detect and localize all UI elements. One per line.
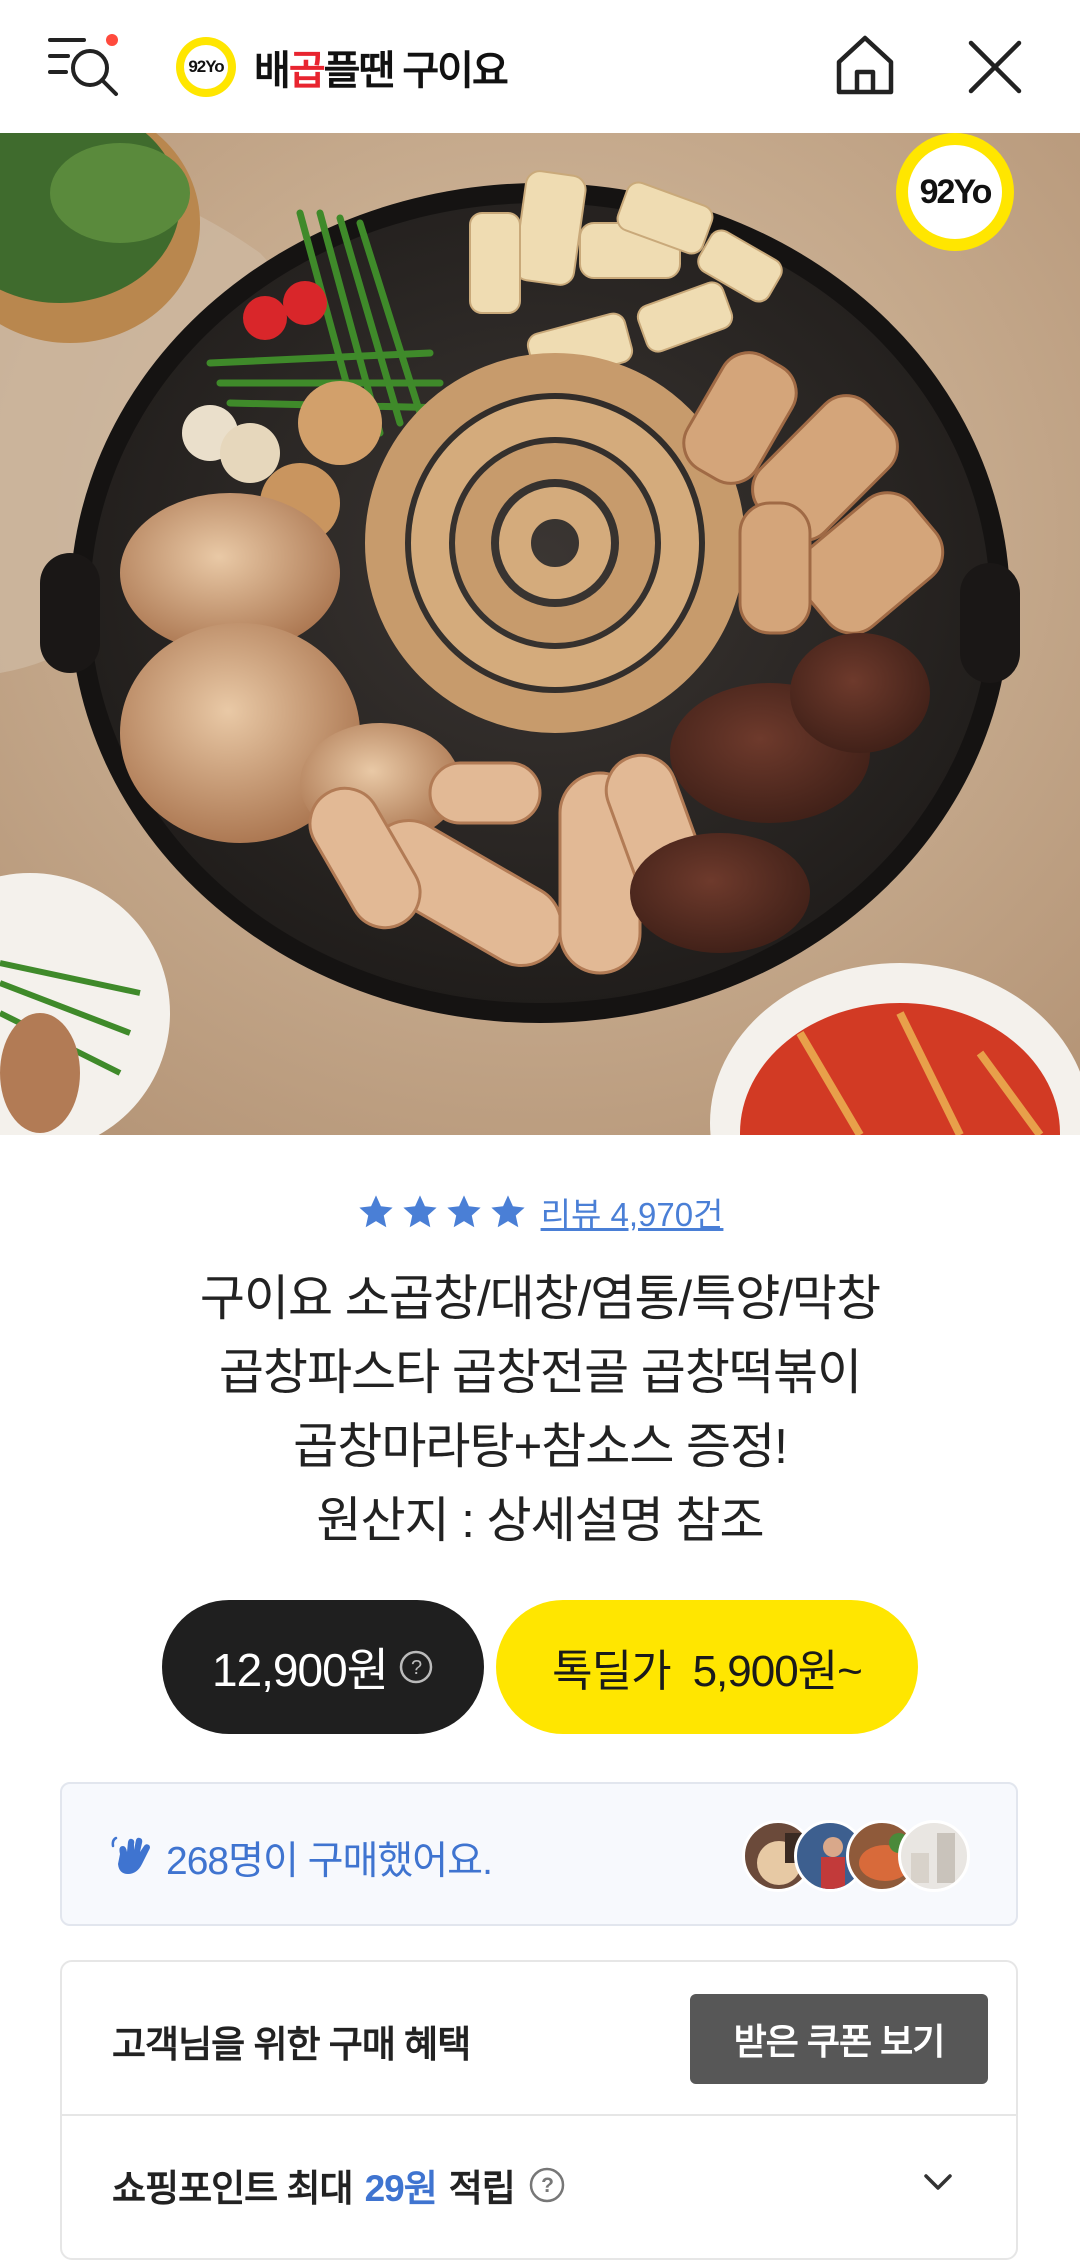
deal-price: 5,900원~ xyxy=(692,1647,863,1696)
points-prefix: 쇼핑포인트 최대 xyxy=(112,2168,354,2209)
review-count-link[interactable]: 리뷰 4,970건 xyxy=(541,1188,724,1236)
logo-text-part1: 배 xyxy=(254,49,291,93)
logo-text: 배곱플땐 구이요 xyxy=(254,38,509,96)
product-photo xyxy=(0,133,1080,1135)
brand-logo[interactable]: 92Yo 배곱플땐 구이요 xyxy=(176,34,509,100)
regular-price: 12,900원 xyxy=(211,1644,389,1696)
product-image[interactable]: 92Yo xyxy=(0,133,1080,1135)
product-origin-line: 원산지 : 상세설명 참조 xyxy=(316,1494,764,1548)
product-title-line: 곱창마라탕+참소스 증정! xyxy=(293,1420,788,1474)
product-title-line: 구이요 소곱창/대창/염통/특양/막창 xyxy=(199,1272,881,1326)
points-value: 29원 xyxy=(364,2168,438,2209)
svg-text:?: ? xyxy=(411,1657,422,1679)
star-icon xyxy=(446,1195,481,1228)
purchase-count-text: 268명이 구매했어요. xyxy=(166,1840,493,1883)
star-icon xyxy=(358,1195,393,1228)
deal-label: 톡딜가 xyxy=(552,1647,671,1696)
buyer-avatars xyxy=(742,1820,982,1892)
logo-badge: 92Yo xyxy=(176,37,236,97)
hero-logo-badge-text: 92Yo xyxy=(908,145,1002,239)
purchase-count-box: 268명이 구매했어요. xyxy=(60,1782,1018,1926)
rating-stars xyxy=(357,1193,527,1231)
close-icon[interactable] xyxy=(966,38,1024,96)
divider xyxy=(62,2114,1016,2116)
logo-text-part2: 플땐 구이요 xyxy=(323,49,509,93)
hero-logo-badge: 92Yo xyxy=(896,133,1014,251)
view-coupons-button[interactable]: 받은 쿠폰 보기 xyxy=(690,1994,988,2084)
menu-search-icon[interactable] xyxy=(48,34,124,100)
logo-text-accent: 곱 xyxy=(288,49,326,93)
app-header: 92Yo 배곱플땐 구이요 xyxy=(0,0,1080,133)
benefit-title: 고객님을 위한 구매 혜택 xyxy=(112,2024,471,2065)
star-icon xyxy=(402,1195,437,1228)
svg-text:?: ? xyxy=(541,2174,553,2197)
points-suffix: 적립 xyxy=(448,2168,516,2209)
waving-hand-icon xyxy=(111,1836,150,1874)
logo-badge-text: 92Yo xyxy=(184,45,228,89)
regular-price-button[interactable]: 12,900원 ? xyxy=(162,1600,484,1734)
avatar xyxy=(898,1820,970,1892)
chevron-down-icon[interactable] xyxy=(918,2162,958,2202)
rating-row: 리뷰 4,970건 xyxy=(0,1188,1080,1236)
star-icon xyxy=(490,1195,525,1228)
shopping-points-row[interactable]: 쇼핑포인트 최대 29원 적립 ? xyxy=(112,2158,567,2212)
question-circle-icon[interactable]: ? xyxy=(398,1649,434,1685)
product-title-line: 곱창파스타 곱창전골 곱창떡볶이 xyxy=(218,1346,862,1400)
purchase-benefit-box: 고객님을 위한 구매 혜택 받은 쿠폰 보기 쇼핑포인트 최대 29원 적립 ? xyxy=(60,1960,1018,2260)
talk-deal-price-button[interactable]: 톡딜가 5,900원~ xyxy=(496,1600,918,1734)
product-title: 구이요 소곱창/대창/염통/특양/막창 곱창파스타 곱창전골 곱창떡볶이 곱창마… xyxy=(60,1262,1020,1558)
home-icon[interactable] xyxy=(834,32,896,98)
question-circle-icon[interactable]: ? xyxy=(527,2165,567,2205)
